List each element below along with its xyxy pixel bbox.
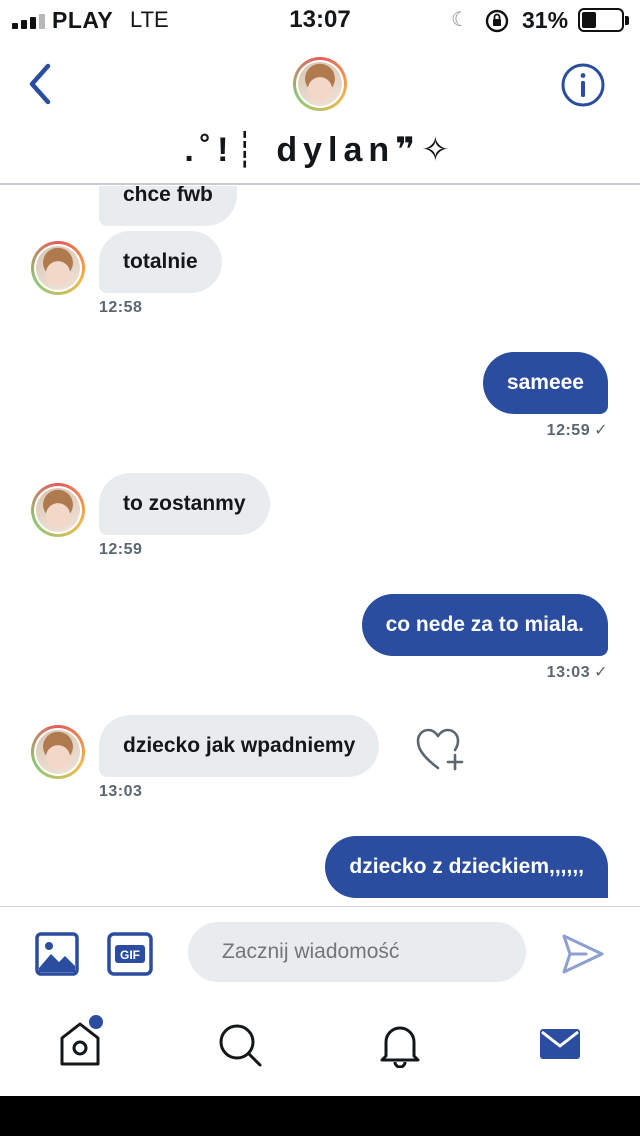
search-icon[interactable] <box>217 1020 263 1073</box>
message-composer: GIF <box>0 906 640 998</box>
message-bubble-outgoing[interactable]: dziecko z dzieckiem,,,,,, <box>325 836 608 898</box>
message-input[interactable] <box>188 922 526 982</box>
message-timestamp: 12:58 <box>99 299 143 316</box>
sender-avatar[interactable] <box>31 725 85 779</box>
message-bubble-incoming[interactable]: dziecko jak wpadniemy <box>99 715 380 777</box>
battery-icon <box>578 8 629 32</box>
mail-icon[interactable] <box>538 1020 582 1073</box>
chevron-left-icon[interactable] <box>24 62 56 111</box>
home-indicator-area <box>0 1096 640 1136</box>
check-icon: ✓ <box>594 664 608 681</box>
message-timestamp: 13:03 <box>546 664 591 681</box>
message-bubble-outgoing[interactable]: sameee <box>482 352 608 414</box>
message-timestamp: 12:59 <box>546 422 591 439</box>
gif-icon[interactable]: GIF <box>107 932 153 981</box>
status-bar: PLAY LTE 13:07 ☾ 31% <box>0 0 640 40</box>
notification-dot <box>89 1015 103 1029</box>
message-timestamp-row: 13:03 ✓ <box>547 662 608 682</box>
contact-avatar[interactable] <box>293 57 347 111</box>
rotation-lock-icon <box>484 8 510 39</box>
send-icon[interactable] <box>560 932 606 981</box>
message-list[interactable]: chce fwb totalnie 12:58 sameee 12:59 ✓ to… <box>0 186 640 906</box>
message-bubble-outgoing[interactable]: co nede za to miala. <box>361 594 608 656</box>
do-not-disturb-icon: ☾ <box>451 9 469 31</box>
message-bubble-incoming[interactable]: chce fwb <box>99 186 237 226</box>
conversation-header: .˚!┊ dylan❞✧ <box>0 40 640 185</box>
heart-plus-icon[interactable] <box>416 728 466 777</box>
message-timestamp-row: 12:59 ✓ <box>547 420 608 440</box>
bell-icon[interactable] <box>378 1020 422 1073</box>
info-icon[interactable] <box>560 62 606 113</box>
sender-avatar[interactable] <box>31 483 85 537</box>
sender-avatar[interactable] <box>31 241 85 295</box>
gif-label: GIF <box>120 948 140 962</box>
check-icon: ✓ <box>594 422 608 439</box>
message-timestamp: 12:59 <box>99 541 143 558</box>
battery-percent: 31% <box>522 7 569 33</box>
bottom-tab-bar <box>0 998 640 1096</box>
conversation-title: .˚!┊ dylan❞✧ <box>184 131 456 169</box>
message-bubble-incoming[interactable]: to zostanmy <box>99 473 270 535</box>
image-icon[interactable] <box>35 932 79 981</box>
message-bubble-incoming[interactable]: totalnie <box>99 231 222 293</box>
message-timestamp: 13:03 <box>99 783 143 800</box>
